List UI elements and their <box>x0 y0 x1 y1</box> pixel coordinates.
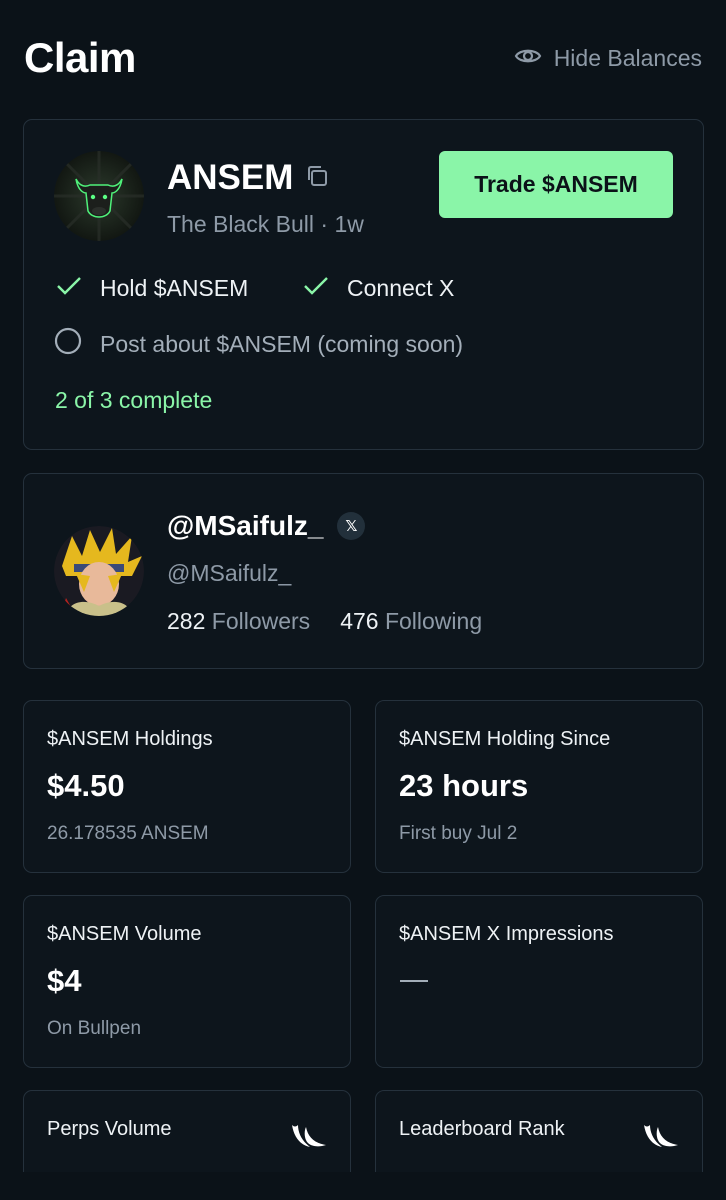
token-name-row: ANSEM <box>167 158 329 198</box>
followers-count: 282 <box>167 608 206 634</box>
circle-icon <box>54 327 82 361</box>
eye-icon <box>514 45 542 72</box>
check-icon <box>303 275 329 302</box>
task-post: Post about $ANSEM (coming soon) <box>54 327 463 361</box>
volume-card: $ANSEM Volume $4 On Bullpen <box>23 895 351 1068</box>
avatar <box>54 526 144 616</box>
page-title: Claim <box>24 34 136 81</box>
holding-since-sub: First buy Jul 2 <box>399 823 518 844</box>
x-profile-card: @MSaifulz_ 𝕏 @MSaifulz_ 282 Followers 47… <box>23 473 704 669</box>
holdings-value: $4.50 <box>47 768 125 803</box>
token-avatar <box>54 151 144 241</box>
hide-balances-toggle[interactable]: Hide Balances <box>514 45 702 72</box>
bullpen-logo-icon <box>642 1121 680 1151</box>
token-subtitle: The Black Bull · 1w <box>167 211 364 237</box>
perps-volume-label: Perps Volume <box>47 1118 172 1140</box>
profile-handle: @MSaifulz_ <box>167 560 292 586</box>
token-claim-card: ANSEM The Black Bull · 1w Trade $ANSEM H… <box>23 119 704 450</box>
profile-name-row: @MSaifulz_ 𝕏 <box>167 510 366 542</box>
profile-stats: 282 Followers 476 Following <box>167 608 482 635</box>
trade-button[interactable]: Trade $ANSEM <box>439 151 673 218</box>
leaderboard-rank-label: Leaderboard Rank <box>399 1118 565 1140</box>
followers-stat[interactable]: 282 Followers <box>167 608 310 635</box>
holdings-sub: 26.178535 ANSEM <box>47 823 209 844</box>
holding-since-value: 23 hours <box>399 768 529 803</box>
task-label: Post about $ANSEM (coming soon) <box>100 330 464 357</box>
copy-icon[interactable] <box>305 164 329 193</box>
volume-label: $ANSEM Volume <box>47 923 202 945</box>
bullpen-logo-icon <box>290 1121 328 1151</box>
followers-label: Followers <box>211 608 311 634</box>
token-name: ANSEM <box>167 158 294 197</box>
following-count: 476 <box>340 608 379 634</box>
volume-sub: On Bullpen <box>47 1018 142 1039</box>
impressions-card: $ANSEM X Impressions <box>375 895 703 1068</box>
holdings-card: $ANSEM Holdings $4.50 26.178535 ANSEM <box>23 700 351 873</box>
holding-since-label: $ANSEM Holding Since <box>399 728 611 750</box>
check-icon <box>56 275 82 302</box>
profile-display-name: @MSaifulz_ <box>167 510 324 541</box>
impressions-label: $ANSEM X Impressions <box>399 923 614 945</box>
task-label: Connect X <box>347 275 455 301</box>
task-hold: Hold $ANSEM <box>56 275 248 302</box>
bottom-nav-bar <box>0 1172 726 1200</box>
holdings-label: $ANSEM Holdings <box>47 728 213 750</box>
following-label: Following <box>384 608 483 634</box>
holding-since-card: $ANSEM Holding Since 23 hours First buy … <box>375 700 703 873</box>
task-progress: 2 of 3 complete <box>55 387 213 413</box>
impressions-empty-value <box>400 980 428 982</box>
task-connect-x: Connect X <box>303 275 454 302</box>
task-label: Hold $ANSEM <box>100 275 249 301</box>
page-header: Claim Hide Balances <box>24 30 702 86</box>
x-logo-icon: 𝕏 <box>337 512 366 540</box>
hide-balances-label: Hide Balances <box>553 44 702 71</box>
volume-value: $4 <box>47 963 82 998</box>
following-stat[interactable]: 476 Following <box>340 608 482 635</box>
